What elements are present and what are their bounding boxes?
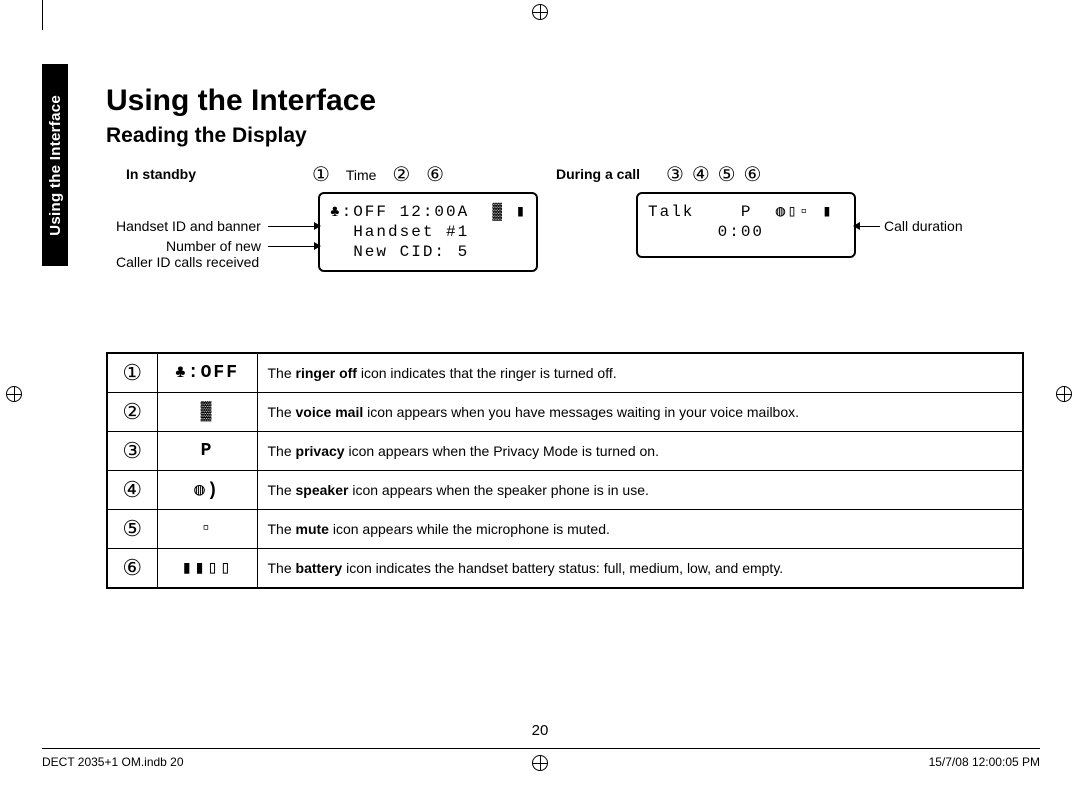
row-number: ④ (107, 471, 157, 510)
row-icon: ▓ (157, 393, 257, 432)
marker-1: ① (312, 164, 330, 186)
row-description: The voice mail icon appears when you hav… (257, 393, 1023, 432)
table-row: ⑤▫The mute icon appears while the microp… (107, 510, 1023, 549)
display-examples: In standby During a call ① Time ② ⑥ ③ ④ … (106, 162, 1036, 352)
row-description: The speaker icon appears when the speake… (257, 471, 1023, 510)
time-label: Time (346, 167, 377, 183)
table-row: ⑥▮▮▯▯The battery icon indicates the hand… (107, 549, 1023, 589)
row-icon: ♣:OFF (157, 353, 257, 393)
table-row: ②▓The voice mail icon appears when you h… (107, 393, 1023, 432)
annotation-text: Number of new (166, 238, 261, 254)
row-icon: ◍) (157, 471, 257, 510)
arrow-left-icon (853, 222, 860, 230)
lcd-line: New CID: 5 (330, 243, 469, 261)
row-icon: P (157, 432, 257, 471)
table-row: ④◍)The speaker icon appears when the spe… (107, 471, 1023, 510)
row-number: ② (107, 393, 157, 432)
marker-5: ⑤ (718, 164, 736, 186)
standby-heading: In standby (126, 166, 196, 182)
standby-markers: ① Time ② ⑥ (306, 162, 450, 187)
annotation-new-cid: Number of new (166, 238, 261, 254)
lcd-line: 0:00 (648, 223, 764, 241)
annotation-text: Call duration (884, 218, 963, 234)
page-number: 20 (0, 722, 1080, 739)
annotation-new-cid-2: Caller ID calls received (116, 254, 259, 270)
row-number: ⑥ (107, 549, 157, 589)
section-tab-label: Using the Interface (47, 95, 64, 236)
crop-mark (42, 0, 43, 30)
page-subtitle: Reading the Display (106, 124, 1036, 148)
row-description: The mute icon appears while the micropho… (257, 510, 1023, 549)
row-description: The privacy icon appears when the Privac… (257, 432, 1023, 471)
arrow-right-icon (314, 222, 321, 230)
footer-filename: DECT 2035+1 OM.indb 20 (42, 755, 184, 769)
marker-6b: ⑥ (743, 164, 761, 186)
icon-legend-table: ①♣:OFFThe ringer off icon indicates that… (106, 352, 1024, 589)
page-content: Using the Interface Reading the Display … (106, 84, 1036, 589)
print-footer: DECT 2035+1 OM.indb 20 15/7/08 12:00:05 … (42, 748, 1040, 769)
during-call-heading: During a call (556, 166, 640, 182)
section-tab: Using the Interface (42, 64, 68, 266)
annotation-call-duration: Call duration (884, 218, 963, 234)
marker-6: ⑥ (426, 164, 444, 186)
registration-mark-icon (532, 4, 548, 20)
page-title: Using the Interface (106, 84, 1036, 118)
row-number: ③ (107, 432, 157, 471)
annotation-text: Handset ID and banner (116, 218, 261, 234)
lcd-standby: ♣:OFF 12:00A ▓ ▮ Handset #1 New CID: 5 (318, 192, 538, 272)
lcd-line: Handset #1 (330, 223, 469, 241)
row-icon: ▮▮▯▯ (157, 549, 257, 589)
row-description: The ringer off icon indicates that the r… (257, 353, 1023, 393)
marker-2: ② (392, 164, 410, 186)
registration-mark-icon (1056, 386, 1072, 402)
table-row: ③PThe privacy icon appears when the Priv… (107, 432, 1023, 471)
registration-mark-icon (6, 386, 22, 402)
row-number: ① (107, 353, 157, 393)
row-description: The battery icon indicates the handset b… (257, 549, 1023, 589)
annotation-handset-id: Handset ID and banner (116, 218, 261, 234)
lcd-line: ♣:OFF 12:00A ▓ ▮ (330, 203, 527, 221)
lcd-call: Talk P ◍▯▫ ▮ 0:00 (636, 192, 856, 258)
row-number: ⑤ (107, 510, 157, 549)
during-markers: ③ ④ ⑤ ⑥ (664, 162, 763, 187)
table-row: ①♣:OFFThe ringer off icon indicates that… (107, 353, 1023, 393)
marker-4: ④ (692, 164, 710, 186)
arrow-right-icon (314, 242, 321, 250)
marker-3: ③ (666, 164, 684, 186)
lcd-line: Talk P ◍▯▫ ▮ (648, 203, 834, 221)
footer-timestamp: 15/7/08 12:00:05 PM (929, 755, 1040, 769)
row-icon: ▫ (157, 510, 257, 549)
